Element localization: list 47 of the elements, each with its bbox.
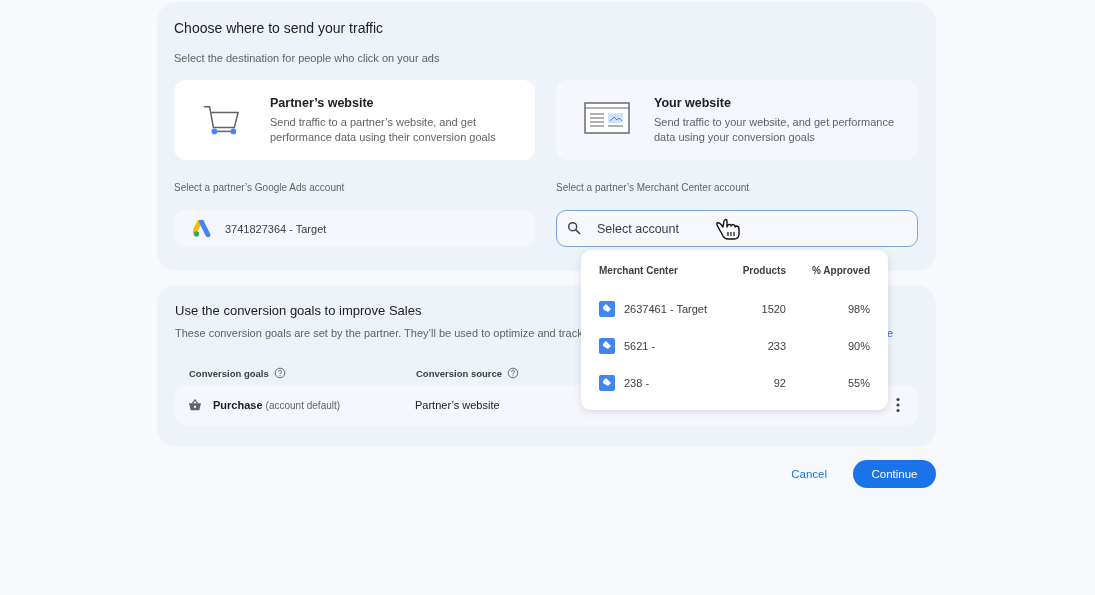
approved-percent: 98% <box>846 302 870 315</box>
continue-button[interactable]: Continue <box>853 460 936 488</box>
option-title: Partner’s website <box>270 96 375 110</box>
cancel-button[interactable]: Cancel <box>783 462 835 486</box>
help-icon[interactable] <box>507 367 520 379</box>
merchant-name: 5621 - <box>624 339 656 352</box>
product-count: 233 <box>766 339 786 352</box>
merchant-tag-icon <box>599 374 615 391</box>
more-options-icon[interactable] <box>895 397 901 413</box>
section-title: Choose where to send your traffic <box>174 20 385 36</box>
merchant-tag-icon <box>599 300 615 317</box>
option-title: Your website <box>654 96 732 110</box>
approved-percent: 55% <box>846 376 870 389</box>
destination-option[interactable]: Partner’s website Send traffic to a partner’s website, and get performance data using their conversion goals <box>174 80 535 160</box>
basket-icon <box>188 399 202 411</box>
option-description: Send traffic to a partner’s website, and get performance data using their conversion goals <box>270 115 497 145</box>
field-label: Select a partner’s Merchant Center account <box>556 182 751 193</box>
column-header: Conversion source <box>416 367 503 379</box>
section-title: Use the conversion goals to improve Sales <box>175 303 422 318</box>
merchant-search-field[interactable]: Select account <box>556 210 918 247</box>
goal-name: Purchase (account default) <box>213 399 341 411</box>
merchant-name: 2637461 - Target <box>624 302 707 315</box>
merchant-option[interactable]: 238 - 92 55% <box>599 364 870 401</box>
webpage-icon <box>584 102 630 134</box>
merchant-option[interactable]: 2637461 - Target 1520 98% <box>599 290 870 327</box>
learn-more-link[interactable]: e <box>886 327 893 339</box>
destination-option[interactable]: Your website Send traffic to your website, and get performance data using your conversion goals <box>556 80 918 160</box>
section-subtitle: Select the destination for people who click on your ads <box>174 52 441 64</box>
column-header: Conversion goals <box>189 367 269 379</box>
field-label: Select a partner’s Google Ads account <box>174 182 346 193</box>
approved-percent: 90% <box>846 339 870 352</box>
product-count: 1520 <box>760 302 786 315</box>
product-count: 92 <box>772 376 786 389</box>
hand-cursor-icon <box>714 217 740 241</box>
help-icon[interactable] <box>273 367 286 379</box>
option-description: Send traffic to your website, and get performance data using your conversion goals <box>654 115 896 145</box>
merchant-tag-icon <box>599 337 615 354</box>
column-header: % Approved <box>811 265 870 276</box>
merchant-option[interactable]: 5621 - 233 90% <box>599 327 870 364</box>
ads-logo-icon <box>193 219 213 238</box>
search-icon <box>566 220 582 236</box>
merchant-name: 238 - <box>624 376 650 389</box>
column-header: Merchant Center <box>599 265 679 276</box>
account-value: 3741827364 - Target <box>225 222 327 235</box>
ads-account-field[interactable]: 3741827364 - Target <box>174 210 535 247</box>
conversion-source: Partner’s website <box>415 399 500 411</box>
column-header: Products <box>741 265 786 276</box>
